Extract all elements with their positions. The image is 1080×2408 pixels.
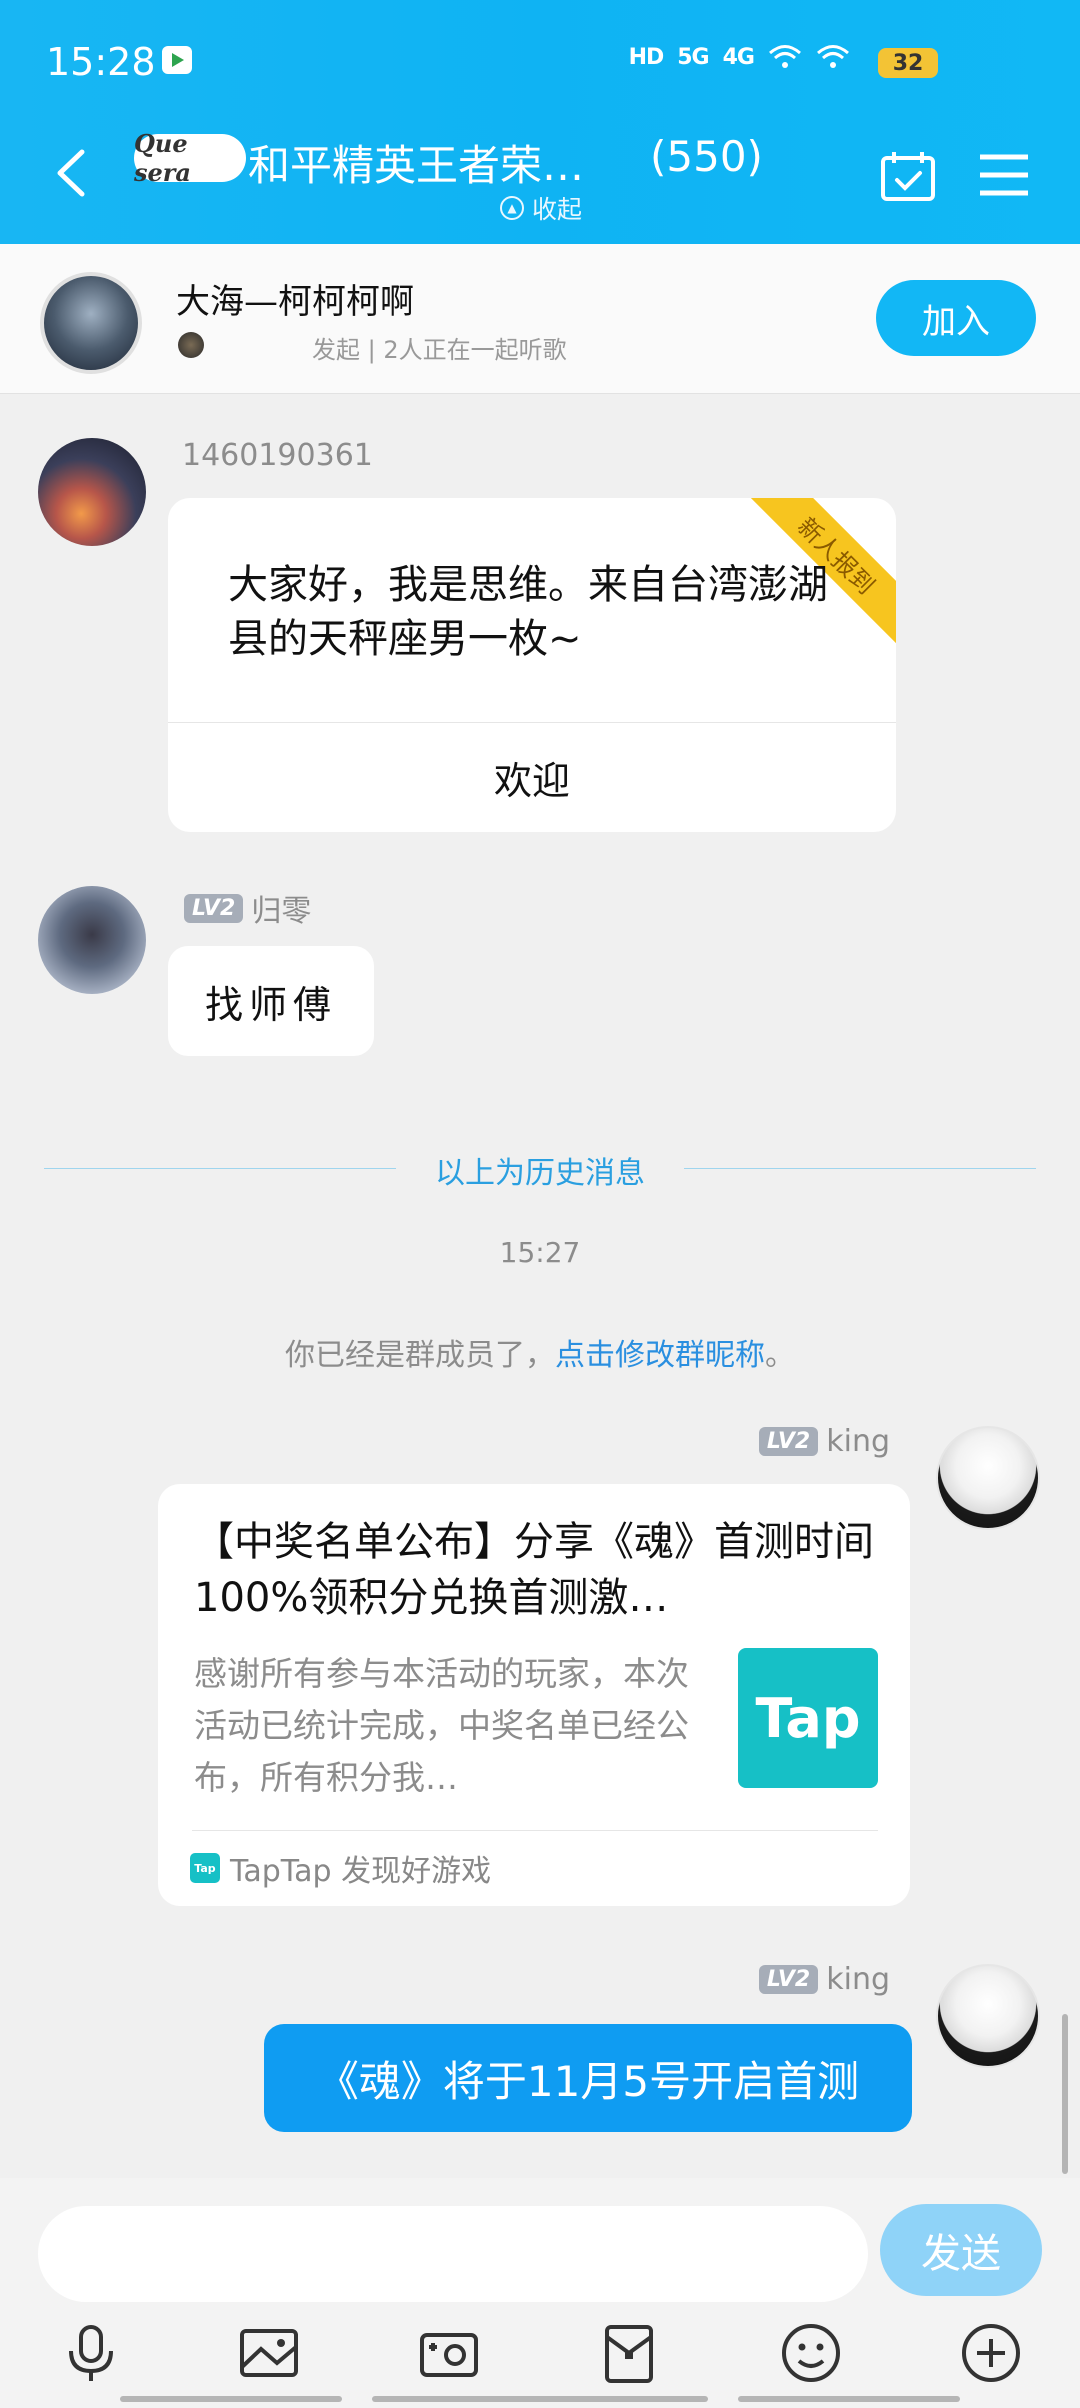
sender-name: 1460190361	[182, 438, 373, 473]
group-logo: Que sera	[134, 129, 246, 187]
collapse-label: 收起	[532, 195, 583, 224]
initiator-avatar	[178, 332, 204, 358]
share-source-label: TapTap 发现好游戏	[230, 1854, 492, 1889]
avatar[interactable]	[38, 886, 146, 994]
level-badge: LV2	[758, 1965, 819, 1994]
sender-row: LV2 归零	[184, 886, 311, 930]
4g-signal-icon: 4G	[722, 44, 755, 70]
chat-header: 15:28 HD 5G 4G 32 Que sera 和平精英王者荣… (550…	[0, 0, 1080, 244]
wifi-icon	[769, 45, 801, 68]
group-title[interactable]: 和平精英王者荣…	[248, 132, 584, 193]
taptap-icon: Tap	[190, 1853, 220, 1883]
message-bubble[interactable]: 找师傅	[168, 946, 374, 1056]
sender-name: king	[826, 1962, 890, 1997]
image-icon	[240, 2329, 298, 2377]
plus-icon	[962, 2324, 1020, 2382]
edit-nickname-link[interactable]: 点击修改群昵称	[555, 1338, 765, 1373]
input-toolbar	[0, 2318, 1080, 2388]
divider	[192, 1830, 878, 1831]
sender-row: LV2 king	[758, 1424, 890, 1459]
divider	[684, 1168, 1036, 1169]
member-count: (550)	[650, 132, 763, 181]
emoji-icon	[782, 2324, 840, 2382]
history-divider: 以上为历史消息	[44, 1148, 1036, 1191]
system-suffix: 。	[765, 1338, 795, 1373]
share-title: 【中奖名单公布】分享《魂》首测时间 100%领积分兑换首测激…	[194, 1519, 874, 1621]
video-app-icon	[162, 46, 192, 74]
sender-name: 归零	[251, 894, 312, 929]
status-icons: HD 5G 4G	[629, 44, 850, 70]
outgoing-message-bubble[interactable]: 《魂》将于11月5号开启首测	[264, 2024, 912, 2132]
camera-button[interactable]	[414, 2318, 484, 2388]
share-description: 感谢所有参与本活动的玩家，本次活动已统计完成，中奖名单已经公布，所有积分我…	[194, 1654, 689, 1797]
chevron-up-icon: ▲	[500, 196, 524, 220]
emoji-button[interactable]	[776, 2318, 846, 2388]
newcomer-text: 大家好，我是思维。来自台湾澎湖县的天秤座男一枚~	[228, 562, 828, 662]
newcomer-card: 新人报到 大家好，我是思维。来自台湾澎湖县的天秤座男一枚~ 欢迎	[168, 498, 896, 832]
listen-subtitle: 发起 | 2人正在一起听歌	[312, 336, 567, 364]
menu-icon[interactable]	[978, 152, 1030, 198]
nav-gesture-bar	[120, 2396, 342, 2402]
more-button[interactable]	[956, 2318, 1026, 2388]
sender-row: LV2 king	[758, 1962, 890, 1997]
microphone-icon	[69, 2325, 113, 2381]
status-time: 15:28	[46, 40, 156, 84]
chevron-left-icon	[57, 149, 85, 197]
red-packet-button[interactable]	[594, 2318, 664, 2388]
back-button[interactable]	[52, 148, 92, 198]
wifi-icon-2	[817, 45, 849, 68]
voice-button[interactable]	[56, 2318, 126, 2388]
song-cover	[40, 272, 142, 374]
welcome-button[interactable]: 欢迎	[168, 722, 896, 832]
camera-icon	[420, 2333, 478, 2377]
avatar[interactable]	[936, 1426, 1040, 1530]
timestamp: 15:27	[499, 1236, 581, 1269]
system-note: 你已经是群成员了，点击修改群昵称。	[0, 1330, 1080, 1374]
collapse-button[interactable]: ▲ 收起	[500, 190, 582, 226]
nav-gesture-bar	[738, 2396, 960, 2402]
share-card[interactable]: 【中奖名单公布】分享《魂》首测时间 100%领积分兑换首测激… 感谢所有参与本活…	[158, 1484, 910, 1906]
avatar[interactable]	[38, 438, 146, 546]
send-button[interactable]: 发送	[880, 2204, 1042, 2296]
5g-signal-icon: 5G	[677, 44, 709, 70]
system-prefix: 你已经是群成员了，	[285, 1338, 555, 1373]
history-label: 以上为历史消息	[435, 1156, 645, 1191]
taptap-logo: Tap	[738, 1648, 878, 1788]
share-source: Tap TapTap 发现好游戏	[190, 1846, 491, 1890]
join-button[interactable]: 加入	[876, 280, 1036, 356]
level-badge: LV2	[758, 1427, 819, 1456]
battery-indicator: 32	[878, 48, 938, 78]
level-badge: LV2	[184, 893, 244, 923]
nav-gesture-bar	[372, 2396, 708, 2402]
message-input[interactable]	[38, 2206, 868, 2302]
avatar[interactable]	[936, 1964, 1040, 2068]
sender-name: king	[826, 1424, 890, 1459]
red-packet-icon	[605, 2325, 653, 2383]
listen-together-bar[interactable]: 大海—柯柯柯啊 发起 | 2人正在一起听歌 加入	[0, 244, 1080, 394]
scrollbar[interactable]	[1062, 2014, 1068, 2174]
hd-signal-icon: HD	[628, 44, 665, 70]
image-button[interactable]	[234, 2318, 304, 2388]
calendar-check-icon[interactable]	[880, 150, 936, 202]
song-title: 大海—柯柯柯啊	[176, 282, 414, 322]
